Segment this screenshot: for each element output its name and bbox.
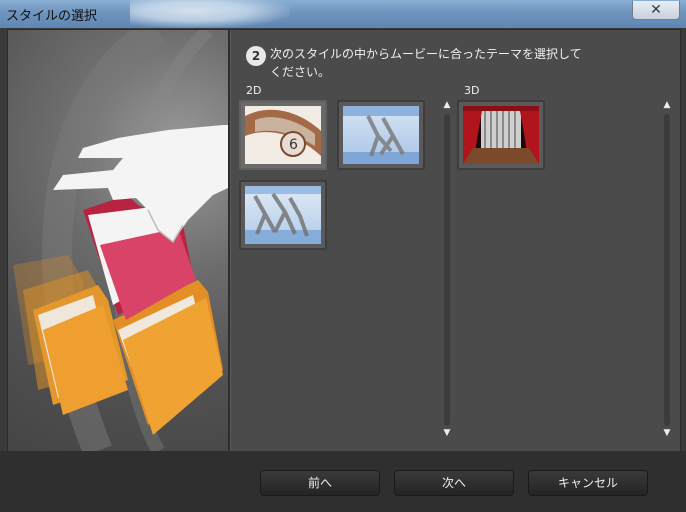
cancel-button[interactable]: キャンセル	[528, 470, 648, 496]
back-button[interactable]: 前へ	[260, 470, 380, 496]
close-icon: ✕	[650, 2, 662, 18]
dialog-body: 2 次のスタイルの中からムービーに合ったテーマを選択してください。 2D 3D …	[7, 29, 681, 452]
illustration-panel	[8, 30, 228, 451]
down-arrow-icon[interactable]: ▼	[441, 428, 453, 438]
next-button[interactable]: 次へ	[394, 470, 514, 496]
svg-text:6: 6	[289, 137, 298, 153]
scroll-track[interactable]	[664, 114, 670, 426]
step-number-badge: 2	[246, 46, 266, 66]
up-arrow-icon[interactable]: ▲	[441, 100, 453, 110]
section-label-2d: 2D	[246, 84, 262, 97]
hand-folders-illustration	[13, 30, 228, 451]
style-thumb-dancers-blue[interactable]	[337, 100, 425, 170]
dancers-sky-thumbnail	[245, 186, 321, 244]
scrollbar-2d[interactable]: ▲ ▼	[441, 100, 453, 440]
button-bar: 前へ 次へ キャンセル	[0, 451, 686, 512]
style-thumb-film-reel[interactable]: 6	[239, 100, 327, 170]
close-button[interactable]: ✕	[632, 1, 680, 20]
instruction-text: 次のスタイルの中からムービーに合ったテーマを選択してください。	[270, 47, 582, 79]
section-label-3d: 3D	[464, 84, 480, 97]
dancers-blue-thumbnail	[343, 106, 419, 164]
down-arrow-icon[interactable]: ▼	[661, 428, 673, 438]
scroll-track[interactable]	[444, 114, 450, 426]
style-selection-dialog: スタイルの選択 ✕ 2 次のスタイルの中からムービーに合ったテーマを選択してくだ…	[0, 0, 686, 512]
up-arrow-icon[interactable]: ▲	[661, 100, 673, 110]
style-thumb-dancers-sky[interactable]	[239, 180, 327, 250]
style-thumb-stage-curtain[interactable]	[457, 100, 545, 170]
scrollbar-3d[interactable]: ▲ ▼	[661, 100, 673, 440]
stage-curtain-thumbnail	[463, 106, 539, 164]
style-list-panel: 2 次のスタイルの中からムービーに合ったテーマを選択してください。 2D 3D …	[231, 30, 680, 451]
window-title: スタイルの選択	[6, 9, 98, 24]
film-reel-thumbnail: 6	[245, 109, 321, 157]
title-bar: スタイルの選択 ✕	[0, 0, 686, 28]
